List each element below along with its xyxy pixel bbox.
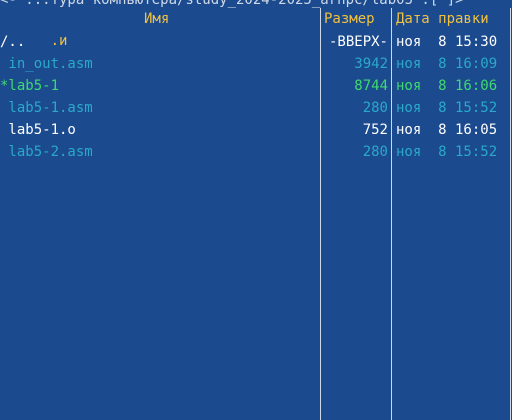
column-header-row: .и Имя Размер Дата правки bbox=[0, 8, 512, 49]
file-size: 752 bbox=[362, 122, 388, 138]
file-name: /.. bbox=[0, 34, 26, 50]
file-size: 8744 bbox=[354, 78, 388, 94]
file-row[interactable]: lab5-1.o 752 ноя 8 16:05 bbox=[0, 119, 512, 141]
file-row[interactable]: *lab5-1 8744 ноя 8 16:06 bbox=[0, 75, 512, 97]
file-date: ноя 8 15:30 bbox=[396, 34, 498, 50]
file-date: ноя 8 16:05 bbox=[396, 122, 498, 138]
file-row-updir[interactable]: /.. -ВВЕРХ- ноя 8 15:30 bbox=[0, 31, 512, 53]
column-header-date[interactable]: Дата правки bbox=[396, 8, 508, 30]
file-size: 280 bbox=[362, 100, 388, 116]
column-header-name[interactable]: .и Имя bbox=[0, 8, 318, 49]
file-size: -ВВЕРХ- bbox=[328, 34, 388, 50]
file-name: lab5-2.asm bbox=[0, 144, 93, 160]
file-name: *lab5-1 bbox=[0, 78, 60, 94]
file-row[interactable]: lab5-2.asm 280 ноя 8 15:52 bbox=[0, 141, 512, 163]
column-header-name-label: Имя bbox=[144, 11, 170, 27]
file-date: ноя 8 15:52 bbox=[396, 100, 498, 116]
file-date: ноя 8 16:09 bbox=[396, 56, 498, 72]
file-row[interactable]: in_out.asm 3942 ноя 8 16:09 bbox=[0, 53, 512, 75]
file-size: 280 bbox=[362, 144, 388, 160]
file-name: lab5-1.asm bbox=[0, 100, 93, 116]
file-name: in_out.asm bbox=[0, 56, 93, 72]
file-date: ноя 8 15:52 bbox=[396, 144, 498, 160]
file-name: lab5-1.o bbox=[0, 122, 76, 138]
file-date: ноя 8 16:06 bbox=[396, 78, 498, 94]
panel-path-title: <- ...тура компьютера/study_2024-2025_ar… bbox=[0, 0, 464, 8]
file-row[interactable]: lab5-1.asm 280 ноя 8 15:52 bbox=[0, 97, 512, 119]
file-size: 3942 bbox=[354, 56, 388, 72]
file-panel: <- ...тура компьютера/study_2024-2025_ar… bbox=[0, 0, 512, 420]
column-header-size[interactable]: Размер bbox=[324, 8, 388, 30]
